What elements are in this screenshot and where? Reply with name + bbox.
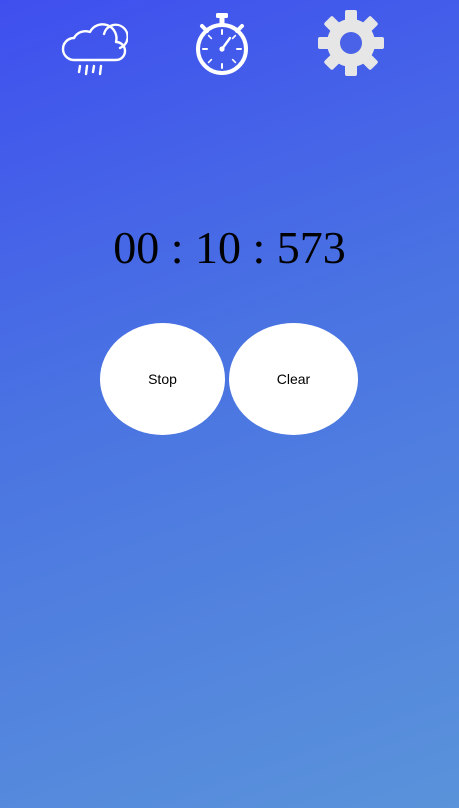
stop-button[interactable]: Stop: [100, 323, 225, 435]
stopwatch-icon[interactable]: [192, 10, 252, 76]
clear-button[interactable]: Clear: [229, 323, 358, 435]
stopwatch-screen: 00 : 10 : 573 Stop Clear: [0, 0, 459, 808]
timer-display: 00 : 10 : 573: [113, 222, 346, 273]
weather-rain-cloud-icon[interactable]: [60, 10, 128, 78]
gear-icon[interactable]: [318, 10, 384, 76]
